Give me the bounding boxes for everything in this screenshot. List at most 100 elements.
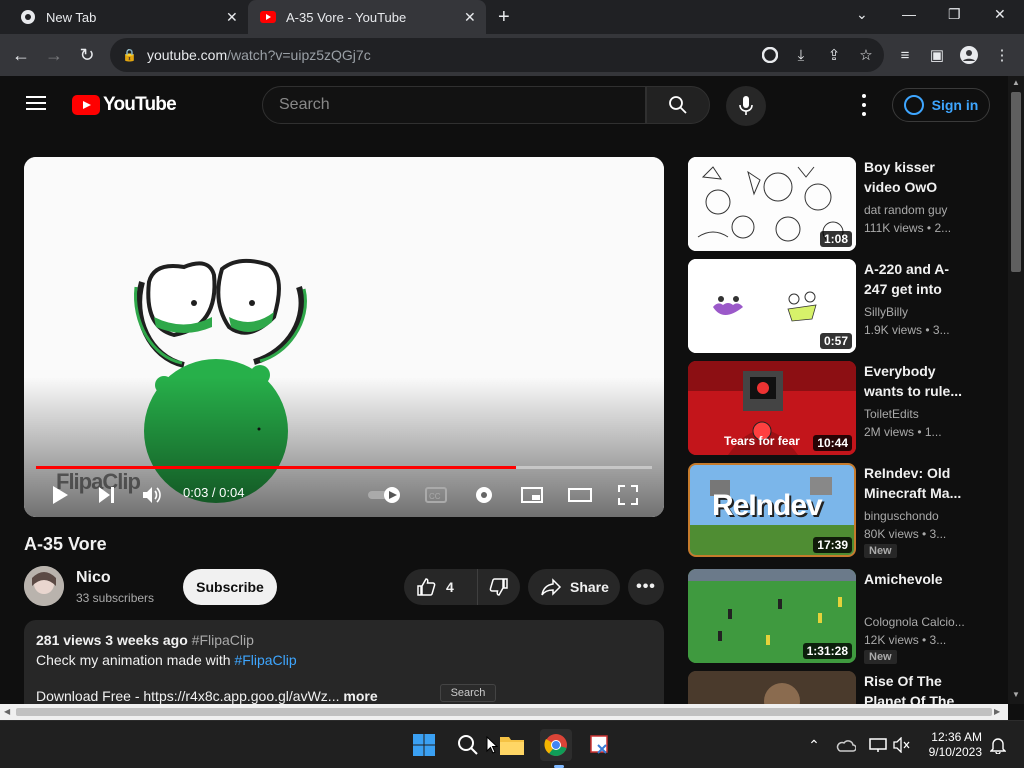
like-dislike-group: 4	[404, 569, 520, 605]
chrome-icon	[20, 9, 36, 25]
captions-button[interactable]: CC	[424, 483, 448, 507]
channel-avatar[interactable]	[24, 566, 64, 606]
media-controls-icon[interactable]: ≡	[896, 46, 914, 64]
recommendation-item[interactable]: 1:31:28 Amichevole Colognola Calcio... 1…	[688, 569, 988, 664]
close-tab-icon[interactable]: ✕	[464, 9, 476, 26]
voice-search-button[interactable]	[726, 86, 766, 126]
scrollbar-thumb[interactable]	[1011, 92, 1021, 272]
video-player[interactable]: FlipaClip 0:03 / 0:04 CC	[24, 157, 664, 517]
volume-muted-icon[interactable]	[886, 729, 918, 761]
taskbar-search-icon[interactable]	[452, 729, 484, 761]
captions-icon: CC	[425, 487, 447, 503]
horizontal-scrollbar[interactable]: ◀ ▶	[0, 704, 1008, 720]
snipping-tool-icon[interactable]	[584, 729, 616, 761]
miniplayer-button[interactable]	[520, 483, 544, 507]
youtube-play-icon	[72, 95, 100, 115]
youtube-favicon-icon	[260, 9, 276, 25]
more-horizontal-icon: •••	[636, 578, 656, 595]
recommendation-item[interactable]: Rise Of The Planet Of The Apes...	[688, 671, 988, 704]
close-window-button[interactable]: ✕	[994, 6, 1006, 23]
hashtag-top[interactable]: #FlipaClip	[192, 632, 254, 648]
settings-kebab-icon[interactable]	[856, 94, 872, 116]
youtube-logo[interactable]: YouTube	[72, 94, 177, 116]
video-duration: 1:08	[819, 231, 852, 247]
windows-taskbar: ⌃ 12:36 AM 9/10/2023	[0, 720, 1024, 768]
views-date: 281 views 3 weeks ago	[36, 632, 188, 648]
clock-date: 9/10/2023	[928, 745, 982, 759]
rec-channel: SillyBilly	[864, 305, 909, 319]
reload-button[interactable]: ↻	[76, 44, 98, 66]
install-icon[interactable]: ⤓	[792, 46, 810, 64]
scroll-up-icon[interactable]: ▲	[1012, 78, 1020, 87]
recommendation-item[interactable]: 0:57 A-220 and A-247 get into a... Silly…	[688, 259, 988, 353]
back-button[interactable]: ←	[10, 44, 32, 66]
minimize-button[interactable]: —	[902, 6, 916, 22]
share-button[interactable]: Share	[528, 569, 620, 605]
progress-bar[interactable]	[36, 466, 652, 469]
url-text: youtube.com/watch?v=uipz5zQGj7c	[146, 47, 371, 63]
scrollbar-thumb[interactable]	[16, 708, 992, 716]
sign-in-button[interactable]: Sign in	[892, 88, 990, 122]
system-clock[interactable]: 12:36 AM 9/10/2023	[918, 730, 982, 760]
next-icon	[99, 487, 114, 503]
profile-icon[interactable]	[960, 46, 978, 64]
recommendation-item[interactable]: 1:08 Boy kisser video OwO dat random guy…	[688, 157, 988, 251]
windows-start-icon[interactable]	[408, 729, 440, 761]
browser-toolbar: ← → ↻ 🔒 youtube.com/watch?v=uipz5zQGj7c …	[0, 34, 1024, 76]
chrome-taskbar-icon[interactable]	[540, 729, 572, 761]
rec-channel: ToiletEdits	[864, 407, 919, 421]
description-text: Check my animation made with	[36, 652, 235, 668]
scroll-right-icon[interactable]: ▶	[994, 707, 1000, 716]
volume-icon	[143, 487, 161, 503]
google-icon[interactable]	[761, 46, 779, 64]
thumbnail-overlay-text: Tears for fear	[724, 434, 800, 448]
volume-button[interactable]	[140, 483, 164, 507]
autoplay-toggle[interactable]	[366, 483, 402, 507]
restore-button[interactable]: ❐	[948, 6, 961, 23]
theater-mode-button[interactable]	[568, 483, 592, 507]
close-tab-icon[interactable]: ✕	[226, 9, 238, 26]
channel-name[interactable]: Nico	[76, 569, 111, 587]
scroll-left-icon[interactable]: ◀	[4, 707, 10, 716]
microphone-icon	[739, 96, 753, 115]
side-panel-icon[interactable]: ▣	[928, 46, 946, 64]
rec-meta: 12K views • 3...	[864, 633, 947, 647]
show-hidden-icons-icon[interactable]: ⌃	[798, 729, 830, 761]
vertical-scrollbar[interactable]: ▲ ▼	[1008, 76, 1024, 704]
show-more-link[interactable]: more	[343, 688, 377, 704]
onedrive-icon[interactable]	[830, 729, 862, 761]
chrome-menu-icon[interactable]: ⋮	[993, 46, 1011, 64]
play-button[interactable]	[48, 483, 72, 507]
account-icon	[903, 95, 924, 115]
recommendation-item[interactable]: ReIndev 17:39 ReIndev: Old Minecraft Ma.…	[688, 463, 988, 558]
like-button[interactable]: 4	[404, 569, 478, 605]
recommendation-item[interactable]: Tears for fear 10:44 Everybody wants to …	[688, 361, 988, 455]
share-page-icon[interactable]: ⇪	[825, 46, 843, 64]
tab-search-icon[interactable]: ⌄	[856, 6, 868, 23]
scroll-down-icon[interactable]: ▼	[1012, 690, 1020, 699]
video-duration: 10:44	[813, 435, 852, 451]
search-input[interactable]: Search	[262, 86, 646, 124]
tab-new-tab[interactable]: New Tab ✕	[0, 0, 246, 34]
forward-button[interactable]: →	[43, 44, 65, 66]
browser-tab-strip: New Tab ✕ A-35 Vore - YouTube ✕ + ⌄ — ❐ …	[0, 0, 1024, 34]
menu-icon[interactable]	[26, 96, 46, 110]
subscribe-button[interactable]: Subscribe	[183, 569, 277, 605]
settings-button[interactable]	[472, 483, 496, 507]
new-tab-button[interactable]: +	[498, 6, 510, 29]
more-actions-button[interactable]: •••	[628, 569, 664, 605]
tab-label: A-35 Vore - YouTube	[286, 9, 407, 25]
share-icon	[541, 578, 562, 596]
tab-youtube[interactable]: A-35 Vore - YouTube ✕	[248, 0, 486, 34]
bookmark-star-icon[interactable]: ☆	[857, 46, 875, 64]
search-button[interactable]	[646, 86, 710, 124]
dislike-button[interactable]	[478, 569, 520, 605]
file-explorer-icon[interactable]	[496, 729, 528, 761]
search-icon	[669, 96, 687, 114]
description-hashtag-link[interactable]: #FlipaClip	[234, 652, 296, 668]
notification-bell-icon[interactable]	[982, 729, 1014, 761]
next-button[interactable]	[94, 483, 118, 507]
rec-meta: 1.9K views • 3...	[864, 323, 950, 337]
new-badge: New	[864, 544, 897, 558]
fullscreen-button[interactable]	[616, 483, 640, 507]
